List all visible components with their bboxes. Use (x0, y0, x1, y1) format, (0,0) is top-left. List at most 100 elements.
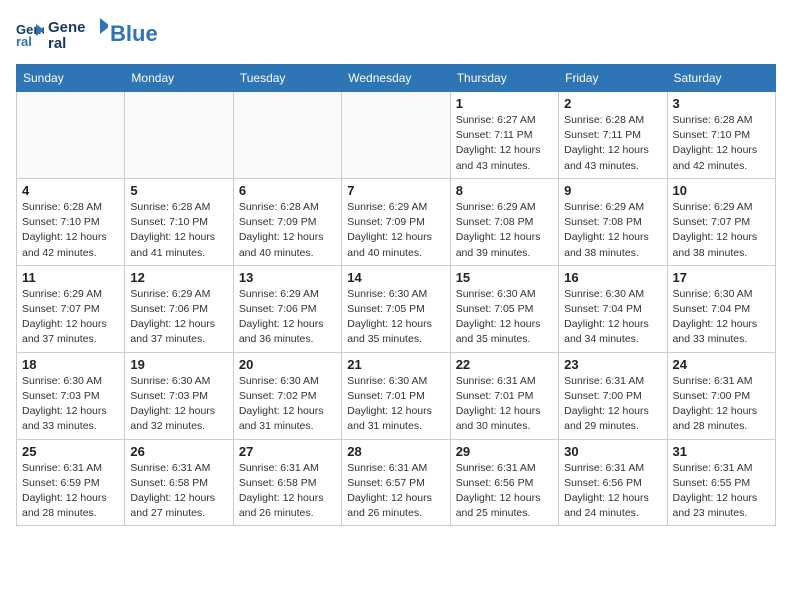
day-number: 20 (239, 357, 336, 372)
svg-text:ral: ral (48, 35, 66, 52)
svg-text:ral: ral (16, 34, 32, 48)
calendar-table: SundayMondayTuesdayWednesdayThursdayFrid… (16, 64, 776, 526)
day-info: Sunrise: 6:29 AM Sunset: 7:06 PM Dayligh… (239, 287, 336, 348)
day-info: Sunrise: 6:30 AM Sunset: 7:05 PM Dayligh… (347, 287, 444, 348)
day-info: Sunrise: 6:29 AM Sunset: 7:07 PM Dayligh… (22, 287, 119, 348)
calendar-week-row: 18 Sunrise: 6:30 AM Sunset: 7:03 PM Dayli… (17, 352, 776, 439)
day-number: 19 (130, 357, 227, 372)
calendar-cell: 23Sunrise: 6:31 AM Sunset: 7:00 PM Dayli… (559, 352, 667, 439)
day-info: Sunrise: 6:30 AM Sunset: 7:03 PM Dayligh… (130, 374, 227, 435)
calendar-cell: 6 Sunrise: 6:28 AM Sunset: 7:09 PM Daylig… (233, 178, 341, 265)
day-number: 12 (130, 270, 227, 285)
day-number: 18 (22, 357, 119, 372)
day-number: 1 (456, 96, 553, 111)
logo-icon: Gene ral (16, 20, 44, 48)
calendar-cell: 22 Sunrise: 6:31 AM Sunset: 7:01 PM Dayli… (450, 352, 558, 439)
calendar-cell: 30 Sunrise: 6:31 AM Sunset: 6:56 PM Dayli… (559, 439, 667, 526)
page-header: Gene ral Gene ral Blue (16, 16, 776, 52)
day-info: Sunrise: 6:28 AM Sunset: 7:09 PM Dayligh… (239, 200, 336, 261)
day-number: 7 (347, 183, 444, 198)
day-number: 14 (347, 270, 444, 285)
calendar-cell: 12 Sunrise: 6:29 AM Sunset: 7:06 PM Dayli… (125, 265, 233, 352)
calendar-week-row: 4 Sunrise: 6:28 AM Sunset: 7:10 PM Daylig… (17, 178, 776, 265)
day-info: Sunrise: 6:30 AM Sunset: 7:02 PM Dayligh… (239, 374, 336, 435)
weekday-header-sunday: Sunday (17, 65, 125, 92)
day-info: Sunrise: 6:29 AM Sunset: 7:08 PM Dayligh… (564, 200, 661, 261)
weekday-header-friday: Friday (559, 65, 667, 92)
calendar-cell: 19 Sunrise: 6:30 AM Sunset: 7:03 PM Dayli… (125, 352, 233, 439)
calendar-cell (233, 92, 341, 179)
logo: Gene ral Gene ral Blue (16, 16, 158, 52)
day-info: Sunrise: 6:30 AM Sunset: 7:04 PM Dayligh… (673, 287, 770, 348)
day-number: 10 (673, 183, 770, 198)
day-info: Sunrise: 6:28 AM Sunset: 7:10 PM Dayligh… (673, 113, 770, 174)
calendar-cell: 9 Sunrise: 6:29 AM Sunset: 7:08 PM Daylig… (559, 178, 667, 265)
calendar-cell: 11 Sunrise: 6:29 AM Sunset: 7:07 PM Dayli… (17, 265, 125, 352)
day-number: 29 (456, 444, 553, 459)
calendar-week-row: 11 Sunrise: 6:29 AM Sunset: 7:07 PM Dayli… (17, 265, 776, 352)
day-number: 24 (673, 357, 770, 372)
calendar-cell: 27Sunrise: 6:31 AM Sunset: 6:58 PM Dayli… (233, 439, 341, 526)
day-number: 25 (22, 444, 119, 459)
day-number: 26 (130, 444, 227, 459)
day-info: Sunrise: 6:28 AM Sunset: 7:10 PM Dayligh… (22, 200, 119, 261)
day-number: 5 (130, 183, 227, 198)
day-number: 2 (564, 96, 661, 111)
day-number: 22 (456, 357, 553, 372)
calendar-cell: 7 Sunrise: 6:29 AM Sunset: 7:09 PM Daylig… (342, 178, 450, 265)
calendar-cell: 17 Sunrise: 6:30 AM Sunset: 7:04 PM Dayli… (667, 265, 775, 352)
calendar-cell: 2 Sunrise: 6:28 AM Sunset: 7:11 PM Daylig… (559, 92, 667, 179)
calendar-cell: 31 Sunrise: 6:31 AM Sunset: 6:55 PM Dayli… (667, 439, 775, 526)
logo-blue: Blue (110, 21, 158, 47)
day-info: Sunrise: 6:31 AM Sunset: 6:58 PM Dayligh… (239, 461, 336, 522)
day-info: Sunrise: 6:29 AM Sunset: 7:08 PM Dayligh… (456, 200, 553, 261)
day-info: Sunrise: 6:31 AM Sunset: 6:56 PM Dayligh… (564, 461, 661, 522)
day-info: Sunrise: 6:27 AM Sunset: 7:11 PM Dayligh… (456, 113, 553, 174)
calendar-week-row: 1 Sunrise: 6:27 AM Sunset: 7:11 PM Daylig… (17, 92, 776, 179)
day-info: Sunrise: 6:31 AM Sunset: 6:55 PM Dayligh… (673, 461, 770, 522)
day-info: Sunrise: 6:31 AM Sunset: 7:00 PM Dayligh… (673, 374, 770, 435)
day-number: 9 (564, 183, 661, 198)
day-number: 4 (22, 183, 119, 198)
day-info: Sunrise: 6:31 AM Sunset: 7:01 PM Dayligh… (456, 374, 553, 435)
calendar-cell: 16 Sunrise: 6:30 AM Sunset: 7:04 PM Dayli… (559, 265, 667, 352)
calendar-cell (17, 92, 125, 179)
calendar-cell (342, 92, 450, 179)
day-number: 3 (673, 96, 770, 111)
weekday-header-row: SundayMondayTuesdayWednesdayThursdayFrid… (17, 65, 776, 92)
day-number: 11 (22, 270, 119, 285)
day-info: Sunrise: 6:30 AM Sunset: 7:04 PM Dayligh… (564, 287, 661, 348)
day-info: Sunrise: 6:31 AM Sunset: 6:59 PM Dayligh… (22, 461, 119, 522)
calendar-cell: 21 Sunrise: 6:30 AM Sunset: 7:01 PM Dayli… (342, 352, 450, 439)
day-number: 30 (564, 444, 661, 459)
day-info: Sunrise: 6:30 AM Sunset: 7:01 PM Dayligh… (347, 374, 444, 435)
calendar-cell: 15 Sunrise: 6:30 AM Sunset: 7:05 PM Dayli… (450, 265, 558, 352)
day-info: Sunrise: 6:29 AM Sunset: 7:09 PM Dayligh… (347, 200, 444, 261)
day-number: 15 (456, 270, 553, 285)
day-number: 31 (673, 444, 770, 459)
day-number: 17 (673, 270, 770, 285)
weekday-header-tuesday: Tuesday (233, 65, 341, 92)
svg-text:Gene: Gene (48, 19, 86, 36)
day-info: Sunrise: 6:31 AM Sunset: 6:58 PM Dayligh… (130, 461, 227, 522)
calendar-cell: 18 Sunrise: 6:30 AM Sunset: 7:03 PM Dayli… (17, 352, 125, 439)
day-number: 23 (564, 357, 661, 372)
day-number: 28 (347, 444, 444, 459)
calendar-cell (125, 92, 233, 179)
day-number: 13 (239, 270, 336, 285)
day-info: Sunrise: 6:29 AM Sunset: 7:06 PM Dayligh… (130, 287, 227, 348)
calendar-cell: 25 Sunrise: 6:31 AM Sunset: 6:59 PM Dayli… (17, 439, 125, 526)
calendar-cell: 1 Sunrise: 6:27 AM Sunset: 7:11 PM Daylig… (450, 92, 558, 179)
day-info: Sunrise: 6:28 AM Sunset: 7:11 PM Dayligh… (564, 113, 661, 174)
weekday-header-monday: Monday (125, 65, 233, 92)
day-number: 21 (347, 357, 444, 372)
day-info: Sunrise: 6:30 AM Sunset: 7:05 PM Dayligh… (456, 287, 553, 348)
logo-svg: Gene ral (48, 16, 108, 52)
calendar-cell: 5Sunrise: 6:28 AM Sunset: 7:10 PM Daylig… (125, 178, 233, 265)
day-info: Sunrise: 6:30 AM Sunset: 7:03 PM Dayligh… (22, 374, 119, 435)
calendar-cell: 24 Sunrise: 6:31 AM Sunset: 7:00 PM Dayli… (667, 352, 775, 439)
day-info: Sunrise: 6:31 AM Sunset: 6:56 PM Dayligh… (456, 461, 553, 522)
day-number: 6 (239, 183, 336, 198)
calendar-cell: 20 Sunrise: 6:30 AM Sunset: 7:02 PM Dayli… (233, 352, 341, 439)
day-number: 16 (564, 270, 661, 285)
